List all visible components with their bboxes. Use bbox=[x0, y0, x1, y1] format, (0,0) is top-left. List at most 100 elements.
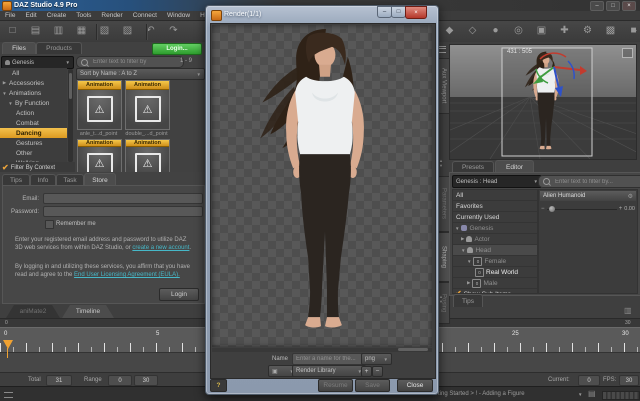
scope-select[interactable]: Genesis : Head▼ bbox=[452, 175, 542, 188]
status-dropdown-icon[interactable]: ▼ bbox=[578, 392, 582, 397]
library-search-input[interactable] bbox=[76, 56, 184, 68]
category-all[interactable]: All bbox=[0, 68, 67, 78]
parameter-header[interactable]: Alien Humanoid ⚙ bbox=[540, 191, 636, 201]
timeline-playhead[interactable] bbox=[3, 340, 13, 349]
viewport-cube-icon[interactable] bbox=[622, 48, 633, 58]
render-close-button[interactable]: Close bbox=[397, 379, 433, 392]
parameter-search-input[interactable] bbox=[538, 175, 640, 188]
tab-products[interactable]: Products bbox=[36, 42, 82, 54]
library-thumbnail[interactable]: Animation ⚠ bbox=[77, 139, 122, 175]
slider-minus-button[interactable]: − bbox=[541, 206, 545, 212]
parameter-slider[interactable]: − + 0.00 bbox=[541, 204, 635, 214]
category-animations[interactable]: ▼Animations bbox=[0, 88, 67, 98]
render-help-button[interactable]: ? bbox=[210, 379, 227, 392]
tree-node-genesis[interactable]: ▼ Genesis bbox=[453, 223, 537, 234]
gear-icon[interactable]: ⚙ bbox=[628, 193, 633, 200]
category-other[interactable]: Other bbox=[0, 148, 67, 158]
app-maximize-button[interactable]: □ bbox=[606, 1, 620, 11]
sort-select[interactable]: Sort by Name : A to Z▼ bbox=[76, 68, 205, 80]
menu-item[interactable]: Render bbox=[96, 11, 127, 20]
pane-resize-arrows[interactable]: ▲▼ bbox=[439, 159, 443, 169]
category-combat[interactable]: Combat bbox=[0, 118, 67, 128]
login-toolbar-button[interactable]: Login... bbox=[152, 43, 202, 55]
render-close-x-button[interactable]: × bbox=[405, 6, 427, 19]
current-frame-value[interactable]: 0 bbox=[578, 375, 600, 386]
remember-me-checkbox[interactable] bbox=[45, 220, 54, 229]
menu-item[interactable]: Tools bbox=[71, 11, 96, 20]
pose-tool-icon[interactable]: ✚ bbox=[556, 23, 573, 39]
menu-item[interactable]: Connect bbox=[128, 11, 162, 20]
category-accessories[interactable]: ▶Accessories bbox=[0, 78, 67, 88]
tree-node-real-world[interactable]: 0 Real World bbox=[453, 267, 537, 278]
save-icon[interactable]: ▦ bbox=[73, 23, 90, 39]
tree-node-head[interactable]: ▼ Head bbox=[453, 245, 537, 256]
new-file-icon[interactable]: □ bbox=[4, 23, 21, 39]
list-item-favorites[interactable]: Favorites bbox=[453, 201, 537, 212]
tab-animate2[interactable]: aniMate2 bbox=[6, 305, 60, 318]
password-field[interactable] bbox=[43, 206, 203, 217]
pane-menu-icon[interactable] bbox=[439, 46, 446, 53]
category-scrollbar[interactable] bbox=[68, 69, 73, 162]
camera-tool-icon[interactable]: ▣ bbox=[533, 23, 550, 39]
store-login-button[interactable]: Login bbox=[159, 288, 199, 301]
tab-files[interactable]: Files bbox=[2, 42, 36, 54]
toolbar-more-arrow-icon[interactable]: ► bbox=[633, 28, 638, 34]
email-field[interactable] bbox=[43, 193, 203, 204]
render-save-button[interactable]: Save bbox=[355, 379, 390, 392]
category-dancing[interactable]: Dancing bbox=[0, 128, 67, 138]
range-start-value[interactable]: 0 bbox=[108, 375, 132, 386]
create-account-link[interactable]: create a new account bbox=[132, 245, 189, 251]
menu-item[interactable]: Window bbox=[162, 11, 195, 20]
render-image-scrollbar[interactable] bbox=[212, 348, 432, 352]
tab-tips-bottom[interactable]: Tips bbox=[453, 294, 483, 307]
open-file-icon[interactable]: ▤ bbox=[27, 23, 44, 39]
app-minimize-button[interactable]: – bbox=[590, 1, 604, 11]
render-maximize-button[interactable]: □ bbox=[391, 6, 406, 18]
pane-resize-arrows[interactable]: ▲▼ bbox=[439, 295, 443, 305]
slider-thumb[interactable] bbox=[549, 206, 555, 212]
category-by-function[interactable]: ▼By Function bbox=[0, 98, 67, 108]
menu-item[interactable]: File bbox=[0, 11, 20, 20]
list-item-all[interactable]: All bbox=[453, 190, 537, 201]
joint-editor-icon[interactable]: ⚙ bbox=[579, 23, 596, 39]
import-icon[interactable]: ▧ bbox=[96, 23, 113, 39]
render-window[interactable]: Render(1/1) – □ × Name png▼ ▣ ▼ Render L… bbox=[205, 5, 439, 395]
export-icon[interactable]: ▨ bbox=[119, 23, 136, 39]
menu-item[interactable]: Edit bbox=[20, 11, 41, 20]
tab-timeline[interactable]: Timeline bbox=[62, 305, 114, 318]
render-minimize-button[interactable]: – bbox=[377, 6, 392, 18]
slider-value[interactable]: 0.00 bbox=[624, 206, 635, 212]
menu-item[interactable]: Create bbox=[42, 11, 72, 20]
bone-tool-icon[interactable]: ◆ bbox=[441, 23, 458, 39]
category-action[interactable]: Action bbox=[0, 108, 67, 118]
render-library-remove-button[interactable]: − bbox=[372, 366, 383, 377]
render-library-add-button[interactable]: + bbox=[361, 366, 372, 377]
list-item-currently-used[interactable]: Currently Used bbox=[453, 212, 537, 223]
eula-link[interactable]: End User Licensing Agreement (EULA). bbox=[74, 272, 180, 278]
node-tool-icon[interactable]: ● bbox=[487, 23, 504, 39]
render-format-select[interactable]: png▼ bbox=[361, 353, 392, 365]
library-thumbnail[interactable]: Animation ⚠ bbox=[125, 139, 170, 175]
slider-plus-button[interactable]: + bbox=[619, 206, 623, 212]
total-frames-value[interactable]: 31 bbox=[46, 375, 72, 386]
library-thumbnail[interactable]: Animation ⚠ bbox=[77, 80, 122, 130]
undo-icon[interactable]: ↶ bbox=[142, 23, 159, 39]
render-name-input[interactable] bbox=[292, 353, 366, 365]
render-resume-button[interactable]: Resume bbox=[318, 379, 353, 392]
app-close-button[interactable]: × bbox=[622, 1, 636, 11]
keyframe-icon[interactable]: ▥ bbox=[624, 307, 632, 315]
fps-value[interactable]: 30 bbox=[619, 375, 639, 386]
open-recent-icon[interactable]: ▥ bbox=[50, 23, 67, 39]
surface-tool-icon[interactable]: ◎ bbox=[510, 23, 527, 39]
redo-icon[interactable]: ↷ bbox=[165, 23, 182, 39]
category-gestures[interactable]: Gestures bbox=[0, 138, 67, 148]
render-settings-icon[interactable]: ▩ bbox=[602, 23, 619, 39]
film-strip-icon[interactable]: ▤ bbox=[588, 390, 596, 398]
render-library-select[interactable]: Render Library▼ bbox=[292, 365, 366, 377]
figure-tool-icon[interactable]: ◇ bbox=[464, 23, 481, 39]
tree-node-male[interactable]: ▶ 0 Male bbox=[453, 278, 537, 289]
library-thumbnail[interactable]: Animation ⚠ bbox=[125, 80, 170, 130]
tree-node-female[interactable]: ▼ 0 Female bbox=[453, 256, 537, 267]
tree-node-actor[interactable]: ▶ Actor bbox=[453, 234, 537, 245]
aux-viewport-scene[interactable] bbox=[449, 44, 637, 160]
